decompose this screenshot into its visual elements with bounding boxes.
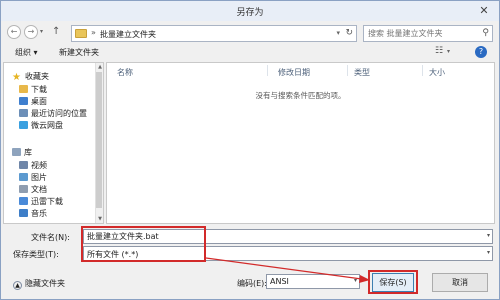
- navigation-pane[interactable]: ★ 收藏夹 下载 桌面 最近访问的位置 微云网盘 库 视频 图片 文档 迅雷下载: [3, 62, 104, 224]
- nav-scrollbar[interactable]: ▲ ▼: [95, 63, 103, 223]
- refresh-icon[interactable]: ↻: [345, 28, 353, 38]
- title-bar: 另存为 ✕: [1, 1, 499, 21]
- recent-places-icon: [19, 109, 28, 117]
- column-divider[interactable]: [267, 65, 268, 76]
- organize-button[interactable]: 组织 ▾: [15, 47, 38, 58]
- save-as-dialog: 另存为 ✕ ← → ▾ ↑ » 批量建立文件夹 ▾ ↻ ⚲ 组织 ▾ 新建文件夹…: [0, 0, 500, 300]
- thunder-download-icon: [19, 197, 28, 205]
- search-input[interactable]: [368, 27, 476, 40]
- star-icon: ★: [12, 72, 21, 83]
- sidebar-item-cloud-drive[interactable]: 微云网盘: [19, 120, 63, 131]
- sidebar-item-label: 文档: [31, 185, 47, 194]
- sidebar-item-label: 收藏夹: [25, 72, 49, 81]
- scroll-down-icon[interactable]: ▼: [98, 216, 102, 222]
- breadcrumb-separator: »: [91, 28, 96, 37]
- download-folder-icon: [19, 85, 28, 93]
- forward-button[interactable]: →: [24, 25, 38, 39]
- back-button[interactable]: ←: [7, 25, 21, 39]
- sidebar-item-favorites[interactable]: ★ 收藏夹: [12, 71, 49, 83]
- sidebar-item-videos[interactable]: 视频: [19, 160, 47, 171]
- encoding-select[interactable]: ANSI ▾: [266, 274, 360, 289]
- view-dropdown-icon[interactable]: ▾: [447, 48, 450, 55]
- column-header-type[interactable]: 类型: [354, 67, 370, 78]
- library-icon: [12, 148, 21, 156]
- encoding-label: 编码(E):: [237, 279, 267, 288]
- help-icon[interactable]: ?: [475, 46, 487, 58]
- sidebar-item-downloads[interactable]: 下载: [19, 84, 47, 95]
- sidebar-item-label: 下载: [31, 85, 47, 94]
- encoding-dropdown-icon[interactable]: ▾: [354, 277, 357, 284]
- sidebar-item-label: 最近访问的位置: [31, 109, 87, 118]
- history-dropdown-icon[interactable]: ▾: [40, 28, 43, 35]
- sidebar-item-label: 音乐: [31, 209, 47, 218]
- hide-folders-label: 隐藏文件夹: [25, 279, 65, 288]
- search-icon[interactable]: ⚲: [482, 28, 489, 38]
- sidebar-item-recent-places[interactable]: 最近访问的位置: [19, 108, 87, 119]
- filename-dropdown-icon[interactable]: ▾: [487, 232, 490, 239]
- sidebar-item-music[interactable]: 音乐: [19, 208, 47, 219]
- encoding-selected-value: ANSI: [270, 277, 289, 286]
- desktop-icon: [19, 97, 28, 105]
- empty-results-message: 没有与搜索条件匹配的项。: [255, 91, 346, 100]
- column-header-size[interactable]: 大小: [429, 67, 445, 78]
- sidebar-item-label: 桌面: [31, 97, 47, 106]
- view-options-icon[interactable]: ☷: [435, 46, 443, 56]
- up-folder-button[interactable]: ↑: [52, 26, 60, 37]
- file-list[interactable]: 名称 修改日期 类型 大小 没有与搜索条件匹配的项。: [106, 62, 495, 224]
- search-box[interactable]: ⚲: [363, 25, 493, 42]
- sidebar-item-label: 库: [24, 148, 32, 157]
- column-header-date-modified[interactable]: 修改日期: [278, 67, 310, 78]
- cloud-drive-icon: [19, 121, 28, 129]
- filetype-dropdown-icon[interactable]: ▾: [487, 249, 490, 256]
- column-divider[interactable]: [422, 65, 423, 76]
- sidebar-item-libraries[interactable]: 库: [12, 147, 32, 158]
- breadcrumb-current-folder[interactable]: 批量建立文件夹: [100, 29, 156, 40]
- scroll-up-icon[interactable]: ▲: [98, 64, 102, 70]
- sidebar-item-label: 微云网盘: [31, 121, 63, 130]
- command-bar: 组织 ▾ 新建文件夹 ☷ ▾ ?: [1, 44, 499, 61]
- pictures-library-icon: [19, 173, 28, 181]
- collapse-arrow-icon: ▲: [13, 281, 22, 290]
- new-folder-button[interactable]: 新建文件夹: [59, 47, 99, 58]
- music-library-icon: [19, 209, 28, 217]
- address-bar[interactable]: » 批量建立文件夹 ▾ ↻: [71, 25, 357, 42]
- column-header-name[interactable]: 名称: [117, 67, 133, 78]
- annotation-highlight-filename: [81, 226, 206, 262]
- video-library-icon: [19, 161, 28, 169]
- sidebar-item-label: 视频: [31, 161, 47, 170]
- sidebar-item-label: 图片: [31, 173, 47, 182]
- address-row: ← → ▾ ↑ » 批量建立文件夹 ▾ ↻ ⚲: [1, 22, 499, 44]
- scrollbar-thumb[interactable]: [96, 72, 102, 208]
- cancel-button[interactable]: 取消: [432, 273, 488, 292]
- filename-label: 文件名(N):: [31, 233, 70, 242]
- address-dropdown-icon[interactable]: ▾: [336, 29, 340, 37]
- sidebar-item-label: 迅雷下载: [31, 197, 63, 206]
- save-button[interactable]: 保存(S): [372, 273, 414, 292]
- window-title: 另存为: [236, 8, 264, 18]
- sidebar-item-desktop[interactable]: 桌面: [19, 96, 47, 107]
- hide-folders-toggle[interactable]: ▲ 隐藏文件夹: [13, 278, 65, 290]
- sidebar-item-documents[interactable]: 文档: [19, 184, 47, 195]
- filetype-label: 保存类型(T):: [13, 250, 59, 259]
- sidebar-item-pictures[interactable]: 图片: [19, 172, 47, 183]
- documents-library-icon: [19, 185, 28, 193]
- folder-icon: [75, 29, 87, 38]
- close-icon[interactable]: ✕: [477, 4, 491, 18]
- sidebar-item-thunder-download[interactable]: 迅雷下载: [19, 196, 63, 207]
- column-divider[interactable]: [347, 65, 348, 76]
